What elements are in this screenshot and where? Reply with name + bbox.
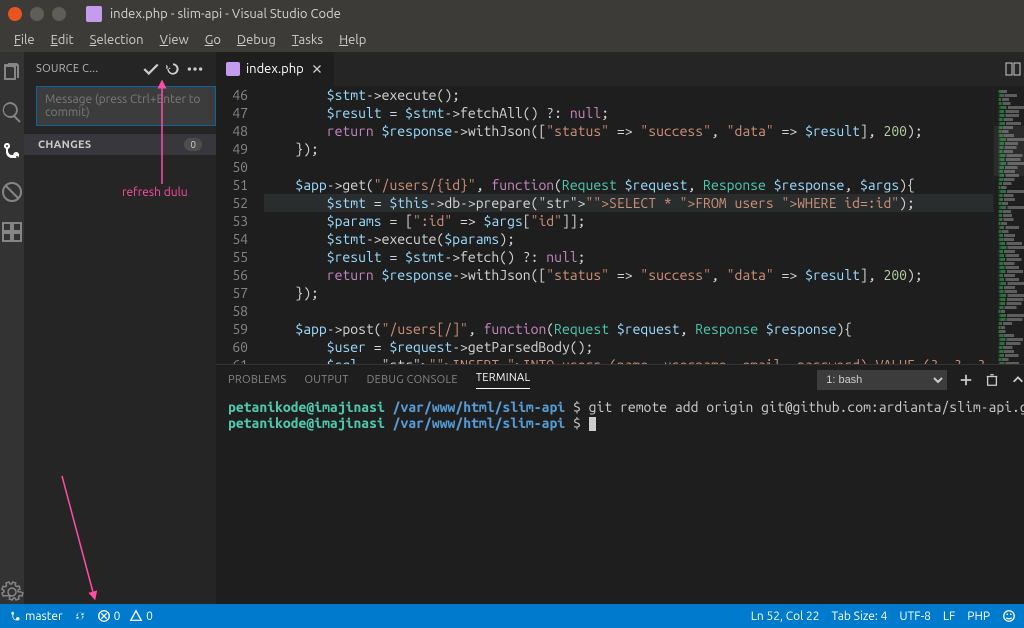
panel-tabs: PROBLEMS OUTPUT DEBUG CONSOLE TERMINAL 1… [216,365,1024,395]
maximize-panel-icon[interactable] [1011,373,1024,387]
sidebar-title: SOURCE C... [36,63,138,75]
menu-file[interactable]: File [8,31,41,49]
app-icon [86,6,102,22]
status-errors[interactable]: 0 0 [97,609,153,623]
tab-index-php[interactable]: index.php [216,52,334,86]
panel: PROBLEMS OUTPUT DEBUG CONSOLE TERMINAL 1… [216,364,1024,604]
editor-tabs: index.php [216,52,1024,86]
window-title: index.php - slim-api - Visual Studio Cod… [110,7,341,21]
menu-edit[interactable]: Edit [45,31,80,49]
status-language[interactable]: PHP [967,610,990,623]
status-encoding[interactable]: UTF-8 [899,610,930,623]
search-icon[interactable] [0,100,24,124]
source-control-icon[interactable] [0,140,24,164]
window-maximize-icon[interactable] [52,7,66,21]
commit-check-icon[interactable] [142,60,160,78]
refresh-icon[interactable] [164,60,182,78]
menu-help[interactable]: Help [333,31,372,49]
sidebar: SOURCE C... Message (press Ctrl+Enter to… [24,52,216,604]
panel-tab-output[interactable]: OUTPUT [304,374,348,386]
menu-debug[interactable]: Debug [231,31,282,49]
window-minimize-icon[interactable] [30,7,44,21]
commit-message-input[interactable]: Message (press Ctrl+Enter to commit) [36,86,216,126]
more-actions-icon[interactable] [186,60,204,78]
panel-tab-terminal[interactable]: TERMINAL [476,372,531,389]
tab-label: index.php [246,62,304,76]
line-numbers: 46474849505152535455565758596061 [216,86,264,364]
minimap[interactable] [993,86,1024,364]
status-tabsize[interactable]: Tab Size: 4 [832,610,888,623]
sidebar-header: SOURCE C... [24,52,216,86]
code-content[interactable]: $stmt->execute(); $result = $stmt->fetch… [264,86,993,364]
window-close-icon[interactable] [8,7,22,21]
changes-label: CHANGES [38,139,184,151]
terminal-cursor [589,417,596,431]
settings-gear-icon[interactable] [0,580,24,604]
annotation-refresh-label: refresh dulu [122,186,188,199]
panel-tab-problems[interactable]: PROBLEMS [228,374,286,386]
extensions-icon[interactable] [0,220,24,244]
kill-terminal-icon[interactable] [985,373,999,387]
terminal-selector[interactable]: 1: bash [817,370,947,390]
panel-tab-debug-console[interactable]: DEBUG CONSOLE [367,374,458,386]
menu-selection[interactable]: Selection [84,31,150,49]
menubar: File Edit Selection View Go Debug Tasks … [0,28,1024,52]
status-sync[interactable] [73,609,87,623]
tab-close-icon[interactable] [310,62,324,76]
menu-go[interactable]: Go [199,31,227,49]
debug-icon[interactable] [0,180,24,204]
changes-section[interactable]: CHANGES 0 [24,134,216,155]
status-feedback-icon[interactable] [1002,609,1016,623]
activity-bar [0,52,24,604]
code-editor[interactable]: 46474849505152535455565758596061 $stmt->… [216,86,1024,364]
editor-area: index.php 464748495051525354555657585960… [216,52,1024,604]
explorer-icon[interactable] [0,60,24,84]
compare-changes-icon[interactable] [1005,61,1021,77]
minimap-viewport[interactable] [994,126,1024,176]
changes-count-badge: 0 [184,138,202,151]
terminal-output[interactable]: petanikode@imajinasi /var/www/html/slim-… [216,395,1024,604]
window-titlebar: index.php - slim-api - Visual Studio Cod… [0,0,1024,28]
php-file-icon [226,62,240,76]
menu-view[interactable]: View [154,31,195,49]
new-terminal-icon[interactable] [959,373,973,387]
status-eol[interactable]: LF [943,610,955,623]
menu-tasks[interactable]: Tasks [286,31,329,49]
statusbar: master 0 0 Ln 52, Col 22 Tab Size: 4 UTF… [0,604,1024,628]
status-cursor-position[interactable]: Ln 52, Col 22 [751,610,820,623]
status-branch[interactable]: master [8,609,63,623]
